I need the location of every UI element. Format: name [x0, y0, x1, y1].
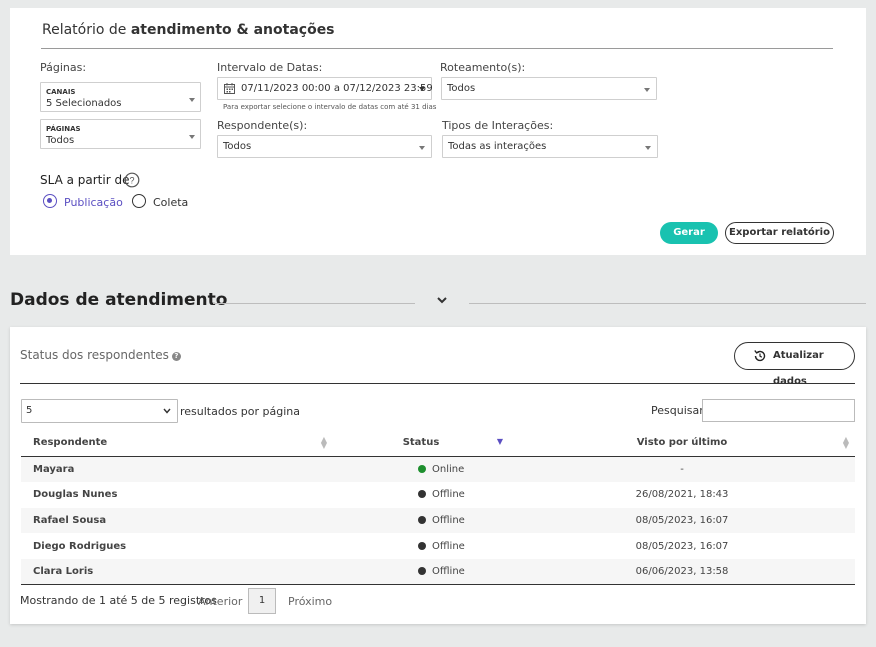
calendar-icon: [224, 83, 235, 94]
sla-radio-publicacao-label: Publicação: [64, 196, 123, 209]
previous-page-button[interactable]: Anterior: [198, 595, 242, 608]
search-input[interactable]: [702, 399, 855, 422]
respondent-name: Clara Loris: [21, 559, 333, 586]
status-text: Offline: [432, 514, 465, 526]
export-report-button[interactable]: Exportar relatório: [725, 222, 834, 244]
column-header-respondent[interactable]: Respondente ▲ ▼: [21, 429, 333, 457]
date-range-value: 07/11/2023 00:00 a 07/12/2023 23:59: [241, 83, 433, 94]
sla-radio-publicacao[interactable]: [43, 194, 57, 208]
respondent-status-card: Status dos respondentes? Atualizar dados…: [10, 327, 866, 624]
status-dot-icon: [418, 567, 426, 576]
status-divider: [20, 383, 855, 384]
refresh-data-button[interactable]: Atualizar dados: [734, 342, 855, 387]
section-divider-right: [469, 303, 866, 304]
status-text: Online: [432, 463, 465, 475]
table-row: Mayara Online -: [21, 456, 855, 482]
respondent-status-table: Respondente ▲ ▼ Status ▼ Visto por último…: [21, 429, 855, 586]
status-text: Offline: [432, 566, 465, 578]
last-seen-cell: 08/05/2023, 16:07: [509, 507, 855, 534]
status-cell: Online: [333, 456, 509, 482]
canais-select[interactable]: CANAIS 5 Selecionados: [40, 82, 201, 112]
respondent-name: Mayara: [21, 456, 333, 482]
date-range-label: Intervalo de Datas:: [217, 61, 323, 74]
chevron-down-icon[interactable]: [436, 295, 448, 305]
canais-value: 5 Selecionados: [46, 98, 122, 109]
routing-value: Todos: [447, 83, 476, 94]
paginas-small-label: PÁGINAS: [46, 125, 81, 133]
paginas-label: Páginas:: [40, 61, 87, 74]
respondent-select[interactable]: Todos: [217, 135, 432, 158]
page-size-suffix: resultados por página: [180, 405, 301, 418]
svg-text:?: ?: [129, 176, 134, 186]
date-range-picker[interactable]: 07/11/2023 00:00 a 07/12/2023 23:59: [217, 77, 433, 100]
paginas-select[interactable]: PÁGINAS Todos: [40, 119, 201, 149]
routing-select[interactable]: Todos: [441, 77, 657, 100]
status-dot-icon: [418, 464, 426, 473]
column-header-last-seen[interactable]: Visto por último ▲ ▼: [509, 429, 855, 457]
date-range-hint: Para exportar selecione o intervalo de d…: [223, 103, 437, 111]
sort-descending-icon: ▼: [496, 437, 503, 446]
status-dot-icon: [418, 541, 426, 550]
sla-radio-coleta-label: Coleta: [153, 196, 189, 209]
next-page-button[interactable]: Próximo: [288, 595, 332, 608]
chevron-down-icon: [189, 98, 195, 102]
canais-small-label: CANAIS: [46, 88, 76, 96]
status-dot-icon: [418, 515, 426, 524]
pagination-info: Mostrando de 1 até 5 de 5 registros: [20, 594, 217, 607]
chevron-down-icon: [189, 135, 195, 139]
table-row: Douglas Nunes Offline 26/08/2021, 18:43: [21, 482, 855, 508]
status-cell: Offline: [333, 559, 509, 586]
interaction-types-value: Todas as interações: [448, 141, 547, 152]
generate-button[interactable]: Gerar: [660, 222, 718, 244]
status-text: Offline: [432, 489, 465, 501]
chevron-down-icon: [644, 88, 650, 92]
sla-label: SLA a partir de: [40, 173, 130, 187]
status-text: Offline: [432, 540, 465, 552]
last-seen-cell: 08/05/2023, 16:07: [635, 540, 729, 552]
interaction-types-label: Tipos de Interações:: [442, 119, 554, 132]
chevron-down-icon: [163, 408, 171, 414]
report-filters-card: Relatório de atendimento & anotações Pág…: [10, 8, 866, 255]
help-icon[interactable]: ?: [171, 352, 181, 361]
chevron-down-icon: [645, 146, 651, 150]
sla-radio-coleta[interactable]: [132, 194, 146, 208]
last-seen-cell: 06/06/2023, 13:58: [509, 559, 855, 586]
table-row: Clara Loris Offline 06/06/2023, 13:58: [21, 559, 855, 586]
page-1-button[interactable]: 1: [248, 588, 276, 614]
chevron-down-icon: [419, 87, 425, 91]
help-icon[interactable]: ?: [124, 172, 140, 188]
status-cell: Offline: [333, 533, 509, 559]
chevron-down-icon: [419, 146, 425, 150]
interaction-types-select[interactable]: Todas as interações: [442, 135, 658, 158]
status-dot-icon: [418, 490, 426, 499]
report-title: Relatório de atendimento & anotações: [42, 22, 335, 38]
status-cell: Offline: [333, 507, 509, 534]
refresh-data-label: Atualizar dados: [773, 350, 824, 387]
respondent-label: Respondente(s):: [217, 119, 308, 132]
sort-icon: ▲ ▼: [320, 435, 327, 450]
search-label: Pesquisar: [651, 404, 704, 417]
routing-label: Roteamento(s):: [440, 61, 526, 74]
respondent-name: Douglas Nunes: [33, 489, 118, 501]
respondent-name: Diego Rodrigues: [33, 540, 127, 552]
paginas-value: Todos: [46, 135, 75, 146]
status-title: Status dos respondentes?: [20, 348, 181, 362]
page-size-value: 5: [26, 405, 33, 416]
status-cell: Offline: [333, 482, 509, 508]
last-seen-cell: -: [509, 456, 855, 482]
title-divider: [41, 48, 833, 49]
refresh-clock-icon: [754, 350, 766, 362]
section-title: Dados de atendimento: [10, 290, 228, 310]
column-header-status[interactable]: Status ▼: [333, 429, 509, 457]
last-seen-cell: 26/08/2021, 18:43: [635, 489, 729, 501]
table-row: Diego Rodrigues Offline 08/05/2023, 16:07: [21, 533, 855, 559]
page-size-select[interactable]: 5: [21, 399, 178, 423]
respondent-name: Rafael Sousa: [21, 507, 333, 534]
table-row: Rafael Sousa Offline 08/05/2023, 16:07: [21, 507, 855, 534]
sort-icon: ▲ ▼: [842, 435, 849, 450]
section-divider-left: [213, 303, 415, 304]
respondent-value: Todos: [223, 141, 252, 152]
